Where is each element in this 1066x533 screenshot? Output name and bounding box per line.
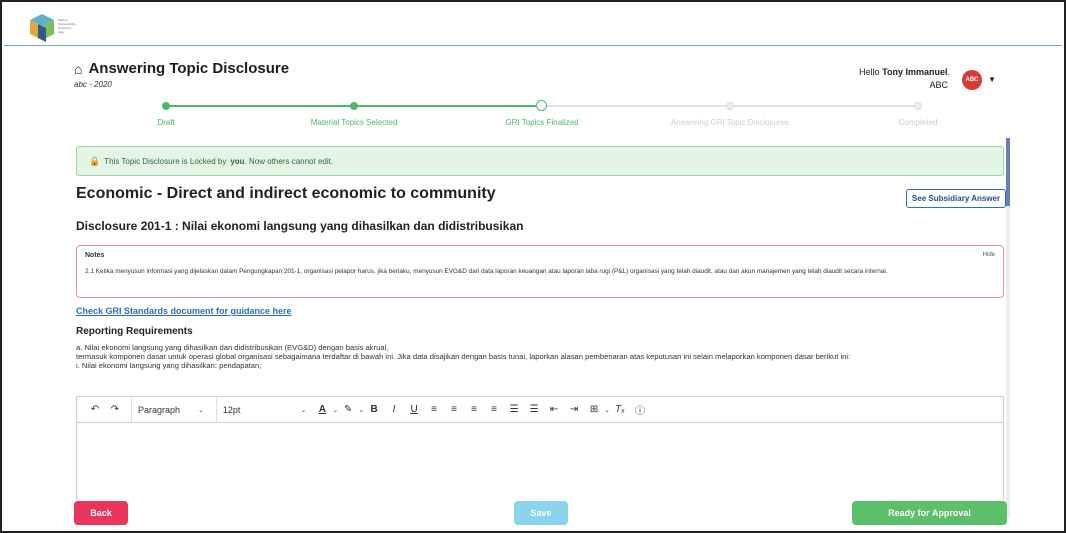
notes-box: Notes Hide 2.1 Ketika menyusun informasi…	[76, 245, 1004, 298]
home-icon[interactable]: ⌂	[74, 61, 82, 77]
content-scrollbar[interactable]	[1006, 138, 1010, 518]
company-name: ABC	[929, 80, 948, 90]
logo-icon	[30, 14, 54, 42]
align-right-icon[interactable]: ≡	[464, 397, 484, 423]
greeting-prefix: Hello	[859, 67, 880, 77]
reporting-requirements-text: a. Nilai ekonomi langsung yang dihasilka…	[76, 343, 1002, 370]
step-dot-gri-topics	[536, 100, 547, 111]
page-title-text: Answering Topic Disclosure	[88, 60, 290, 77]
numbered-list-icon[interactable]: ☰	[504, 397, 524, 423]
logo-tagline: Making Sustainability Reporting Easy	[58, 18, 76, 34]
notes-hide-link[interactable]: Hide	[983, 252, 995, 258]
undo-icon[interactable]: ↶	[85, 397, 105, 423]
notes-label: Notes	[85, 252, 105, 259]
editor-toolbar: ↶ ↷ Paragraph ⌄ 12pt ⌄ A ⌄ ✎ ⌄ B I U ≡ ≡	[77, 396, 1003, 423]
lock-icon: 🔒	[89, 155, 101, 166]
step-label-gri-topics: GRI Topics Finalized	[505, 118, 579, 127]
scrollbar-thumb[interactable]	[1006, 138, 1010, 206]
requirement-line: termasuk komponen dasar untuk operasi gl…	[76, 352, 851, 361]
bold-icon[interactable]: B	[364, 397, 384, 423]
italic-icon[interactable]: I	[384, 397, 404, 423]
ready-for-approval-button[interactable]: Ready for Approval	[852, 501, 1007, 525]
app-window: Making Sustainability Reporting Easy ⌂ A…	[0, 0, 1066, 533]
main-content[interactable]: 🔒 This Topic Disclosure is Locked by you…	[74, 142, 1010, 500]
step-dot-answering	[726, 102, 734, 110]
align-left-icon[interactable]: ≡	[424, 397, 444, 423]
step-dot-completed	[914, 102, 922, 110]
topic-title: Economic - Direct and indirect economic …	[76, 185, 496, 202]
align-center-icon[interactable]: ≡	[444, 397, 464, 423]
step-dot-draft	[162, 102, 170, 110]
user-name: Tony Immanuel	[882, 67, 948, 77]
user-menu-chevron-down-icon[interactable]: ▼	[988, 75, 996, 84]
requirement-line: i. Nilai ekonomi langsung yang dihasilka…	[76, 361, 262, 370]
indent-icon[interactable]: ⇥	[564, 397, 584, 423]
text-color-icon[interactable]: A	[312, 397, 332, 423]
help-icon[interactable]: ⓘ	[630, 397, 650, 423]
underline-icon[interactable]: U	[404, 397, 424, 423]
page-title: ⌂ Answering Topic Disclosure	[74, 60, 289, 77]
redo-icon[interactable]: ↷	[105, 397, 125, 423]
step-label-draft: Draft	[157, 118, 175, 127]
highlight-color-icon[interactable]: ✎	[338, 397, 358, 423]
disclosure-title: Disclosure 201-1 : Nilai ekonomi langsun…	[76, 219, 524, 233]
bullet-list-icon[interactable]: ☰	[524, 397, 544, 423]
rich-text-editor[interactable]: ↶ ↷ Paragraph ⌄ 12pt ⌄ A ⌄ ✎ ⌄ B I U ≡ ≡	[76, 396, 1004, 500]
step-dot-material-topics	[350, 102, 358, 110]
chevron-down-icon: ⌄	[300, 406, 307, 414]
reporting-requirements-title: Reporting Requirements	[76, 326, 193, 337]
progress-stepper: Draft Material Topics Selected GRI Topic…	[74, 99, 1010, 129]
chevron-down-icon: ⌄	[198, 406, 204, 414]
lock-owner: you	[230, 156, 245, 166]
align-justify-icon[interactable]: ≡	[484, 397, 504, 423]
app-logo[interactable]: Making Sustainability Reporting Easy	[26, 10, 86, 44]
step-label-answering: Answering GRI Topic Disclosures	[670, 118, 790, 127]
lock-banner-text: This Topic Disclosure is Locked by	[104, 156, 227, 166]
see-subsidiary-answer-button[interactable]: See Subsidiary Answer	[906, 189, 1006, 208]
user-greeting: Hello Tony Immanuel.	[859, 67, 950, 77]
lock-banner-suffix: . Now others cannot edit.	[244, 156, 334, 166]
table-icon[interactable]: ⊞	[584, 397, 604, 423]
font-size-select[interactable]: 12pt ⌄	[215, 396, 312, 423]
lock-banner: 🔒 This Topic Disclosure is Locked by you…	[76, 146, 1004, 176]
block-format-value: Paragraph	[138, 404, 181, 415]
back-button[interactable]: Back	[74, 501, 128, 525]
page-header: ⌂ Answering Topic Disclosure abc - 2020 …	[74, 60, 1010, 100]
requirement-line: a. Nilai ekonomi langsung yang dihasilka…	[76, 343, 389, 352]
top-bar: Making Sustainability Reporting Easy	[4, 4, 1062, 46]
font-size-value: 12pt	[222, 404, 241, 415]
save-button[interactable]: Save	[514, 501, 568, 525]
page-subtitle: abc - 2020	[74, 80, 112, 89]
editor-body[interactable]	[77, 424, 1003, 500]
gri-guidance-link[interactable]: Check GRI Standards document for guidanc…	[76, 306, 292, 316]
outdent-icon[interactable]: ⇤	[544, 397, 564, 423]
block-format-select[interactable]: Paragraph ⌄	[131, 396, 210, 423]
step-label-completed: Completed	[898, 118, 938, 127]
clear-formatting-icon[interactable]: Tₓ	[610, 397, 630, 423]
notes-text: 2.1 Ketika menyusun informasi yang dijel…	[85, 268, 888, 275]
step-label-material-topics: Material Topics Selected	[310, 118, 398, 127]
avatar[interactable]: ABC	[962, 70, 982, 90]
